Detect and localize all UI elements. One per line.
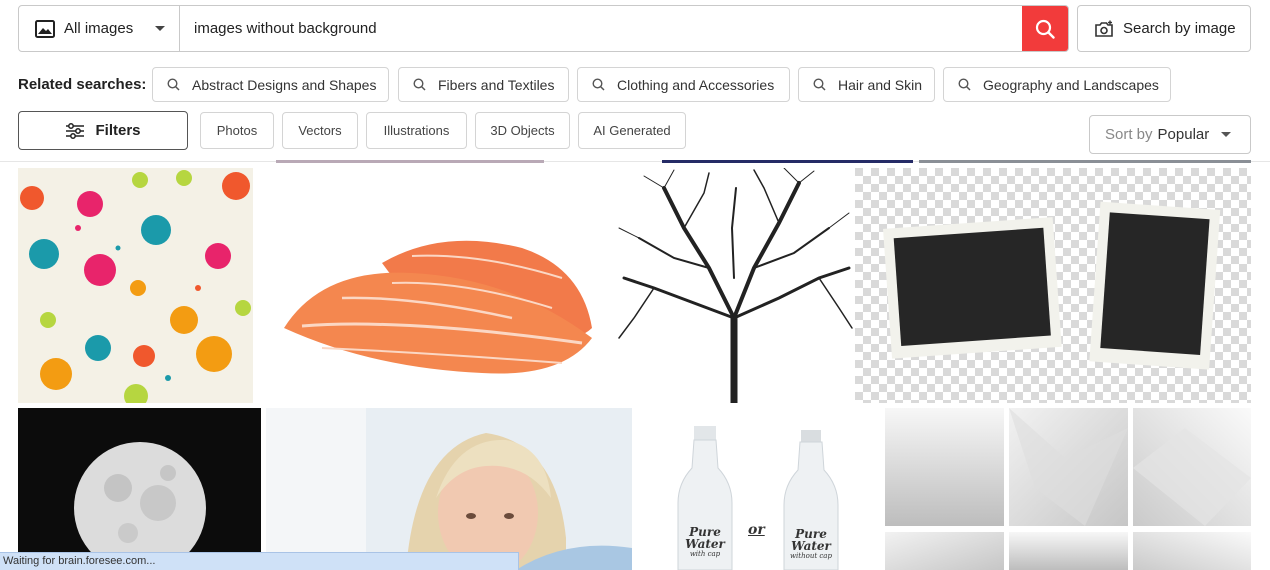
related-chip-fibers[interactable]: Fibers and Textiles: [398, 67, 569, 102]
search-input[interactable]: [180, 6, 1022, 51]
sort-value: Popular: [1157, 126, 1210, 143]
bottle-label-line: Water: [685, 537, 725, 551]
blank-photo-frames-image: [855, 168, 1251, 403]
related-searches-label: Related searches:: [18, 76, 147, 93]
tag-illustrations[interactable]: Illustrations: [366, 112, 467, 149]
tag-3d-objects[interactable]: 3D Objects: [475, 112, 570, 149]
result-image-woman-portrait[interactable]: [266, 408, 632, 570]
related-chip-label: Geography and Landscapes: [983, 76, 1159, 93]
bottle-label-sub: without cap: [790, 552, 832, 560]
sort-prefix: Sort by: [1105, 126, 1153, 143]
previous-row-image-edge: [919, 160, 1251, 163]
search-icon: [413, 78, 426, 91]
search-by-image-button[interactable]: Search by image: [1077, 5, 1251, 52]
search-icon: [813, 78, 826, 91]
paint-splatter-image: [18, 168, 253, 403]
result-image-paint-splatters[interactable]: [18, 168, 253, 403]
tree-silhouette-image: [614, 168, 855, 403]
search-icon: [592, 78, 605, 91]
result-image-full-moon[interactable]: [18, 408, 261, 570]
sort-dropdown[interactable]: Sort by Popular: [1089, 115, 1251, 154]
search-icon: [1035, 19, 1055, 39]
browser-status-bar: Waiting for brain.foresee.com...: [0, 552, 519, 570]
result-image-photo-frames[interactable]: [855, 168, 1251, 403]
bottle-label-line: Water: [791, 539, 831, 553]
smiling-woman-image: [266, 408, 632, 570]
full-moon-image: [18, 408, 261, 570]
related-chip-label: Clothing and Accessories: [617, 76, 775, 93]
result-image-gray-backgrounds[interactable]: [885, 408, 1251, 570]
tag-ai-generated[interactable]: AI Generated: [578, 112, 686, 149]
salmon-fillet-image: [262, 168, 614, 403]
tag-photos[interactable]: Photos: [200, 112, 274, 149]
related-chip-label: Fibers and Textiles: [438, 76, 555, 93]
bottle-label-1: Pure Water with cap: [680, 526, 730, 559]
search-icon: [167, 78, 180, 91]
previous-row-image-edge: [276, 160, 544, 163]
previous-row-image-edge: [662, 160, 913, 163]
related-chip-abstract[interactable]: Abstract Designs and Shapes: [152, 67, 389, 102]
search-button[interactable]: [1022, 6, 1068, 51]
related-chip-hair[interactable]: Hair and Skin: [798, 67, 935, 102]
search-bar: All images: [18, 5, 1069, 52]
chevron-down-icon: [155, 26, 165, 31]
bottle-or-text: or: [748, 522, 765, 538]
result-image-salmon[interactable]: [262, 168, 614, 403]
gray-gradient-backgrounds-image: [885, 408, 1251, 570]
bottle-label-2: Pure Water without cap: [786, 528, 836, 561]
result-image-bare-tree[interactable]: [614, 168, 855, 403]
bottle-label-sub: with cap: [689, 550, 721, 558]
related-chip-label: Hair and Skin: [838, 76, 923, 93]
related-chip-label: Abstract Designs and Shapes: [192, 76, 377, 93]
image-type-dropdown[interactable]: All images: [19, 6, 180, 51]
filters-button[interactable]: Filters: [18, 111, 188, 150]
tag-vectors[interactable]: Vectors: [282, 112, 358, 149]
image-icon: [35, 19, 55, 38]
chevron-down-icon: [1221, 132, 1232, 137]
camera-icon: [1095, 20, 1113, 37]
result-image-water-bottles[interactable]: Pure Water with cap or Pure Water withou…: [636, 408, 881, 570]
image-type-label: All images: [64, 20, 134, 37]
related-chip-clothing[interactable]: Clothing and Accessories: [577, 67, 790, 102]
sliders-icon: [66, 122, 85, 139]
search-by-image-label: Search by image: [1123, 20, 1236, 37]
search-icon: [958, 78, 971, 91]
related-chip-geography[interactable]: Geography and Landscapes: [943, 67, 1171, 102]
filters-label: Filters: [95, 122, 141, 139]
water-bottles-image: [636, 408, 881, 570]
